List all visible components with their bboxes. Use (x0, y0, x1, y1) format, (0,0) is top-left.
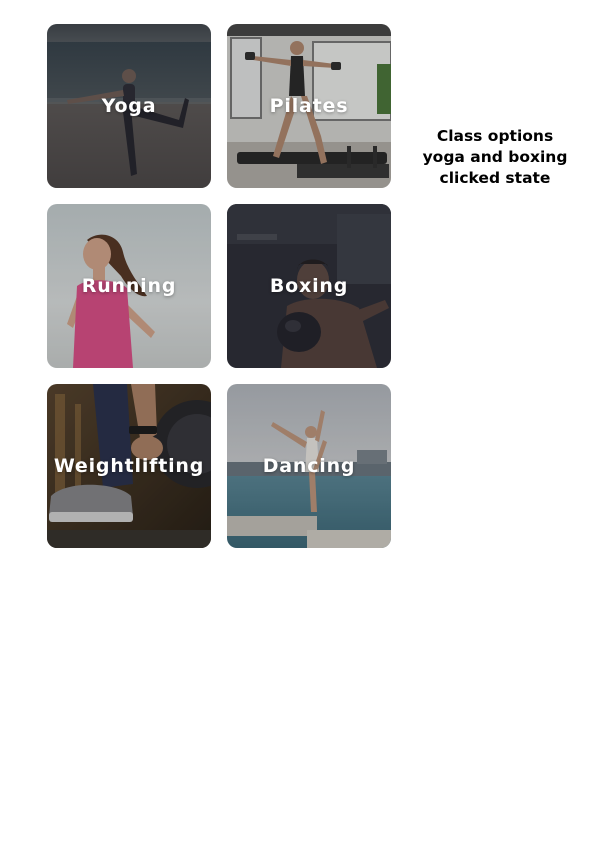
class-option-label: Dancing (262, 455, 356, 477)
class-option-label: Running (81, 275, 177, 297)
page: Yoga Pilates Running Boxing Weightliftin… (0, 0, 595, 842)
class-option-weightlifting[interactable]: Weightlifting (47, 384, 211, 548)
class-option-label: Boxing (269, 275, 349, 297)
annotation-note: Class options yoga and boxing clicked st… (415, 126, 575, 189)
class-option-running[interactable]: Running (47, 204, 211, 368)
class-option-pilates[interactable]: Pilates (227, 24, 391, 188)
class-option-dancing[interactable]: Dancing (227, 384, 391, 548)
class-option-label: Yoga (101, 95, 157, 117)
class-option-yoga[interactable]: Yoga (47, 24, 211, 188)
class-option-label: Weightlifting (53, 455, 205, 477)
annotation-line: Class options (436, 127, 554, 145)
class-options-grid: Yoga Pilates Running Boxing Weightliftin… (47, 24, 391, 548)
class-option-boxing[interactable]: Boxing (227, 204, 391, 368)
annotation-line: clicked state (439, 169, 551, 187)
class-option-label: Pilates (269, 95, 349, 117)
annotation-line: yoga and boxing (422, 148, 568, 166)
